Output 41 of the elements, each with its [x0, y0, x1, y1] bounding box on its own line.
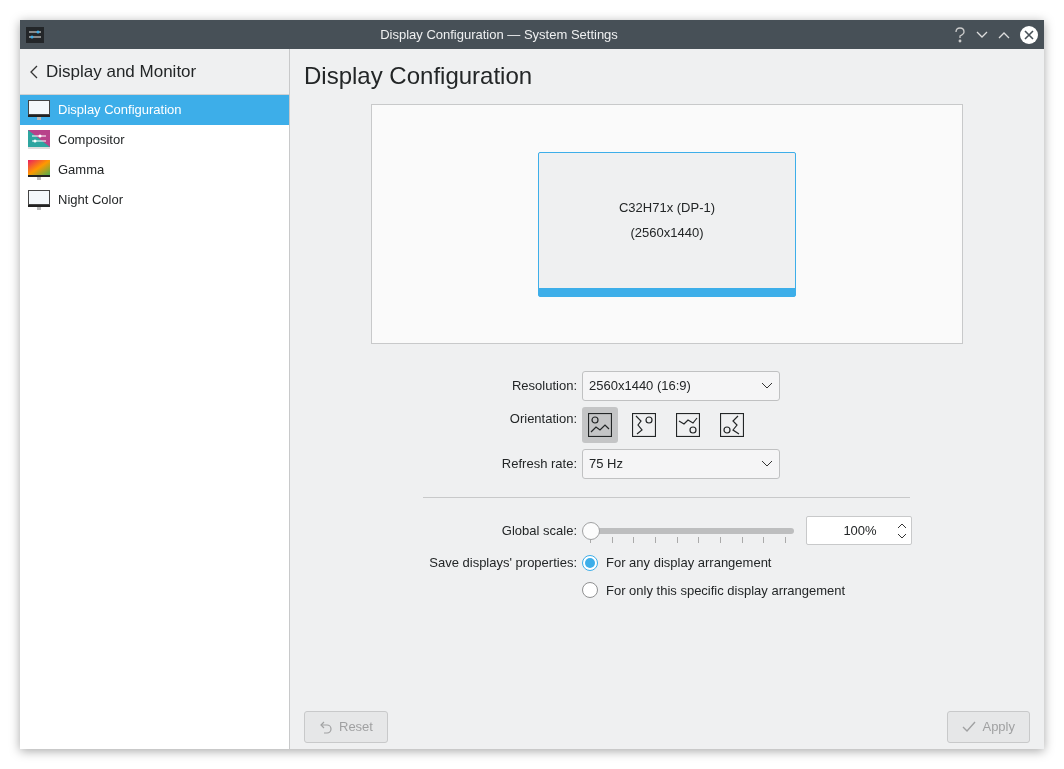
- field-label: Global scale:: [500, 521, 577, 540]
- app-icon: [26, 26, 44, 43]
- orientation-icon: [676, 413, 700, 437]
- monitor-resolution: (2560x1440): [630, 224, 704, 242]
- resolution-dropdown[interactable]: 2560x1440 (16:9): [582, 371, 780, 401]
- monitor-preview[interactable]: C32H71x (DP-1) (2560x1440): [538, 151, 796, 297]
- orientation-icon: [720, 413, 744, 437]
- sidebar-item[interactable]: Night Color: [20, 185, 289, 215]
- radio-button[interactable]: [582, 582, 598, 599]
- chevron-down-icon: [761, 460, 773, 468]
- sidebar-item[interactable]: Compositor: [20, 125, 289, 155]
- refresh-rate-dropdown[interactable]: 75 Hz: [582, 449, 780, 479]
- orientation-icon: [632, 413, 656, 437]
- minimize-icon[interactable]: [976, 30, 988, 39]
- orientation-icon: [588, 413, 612, 437]
- help-icon[interactable]: [954, 26, 966, 43]
- radio-button[interactable]: [582, 554, 598, 571]
- sidebar-title: Display and Monitor: [46, 60, 197, 83]
- slider-handle[interactable]: [582, 521, 600, 540]
- checkmark-icon: [962, 721, 977, 733]
- field-label: Orientation:: [508, 410, 577, 428]
- undo-icon: [319, 720, 333, 734]
- field-label: Resolution:: [510, 377, 577, 396]
- chevron-down-icon: [761, 382, 773, 390]
- monitor-name: C32H71x (DP-1): [618, 198, 716, 217]
- field-label: Refresh rate:: [500, 455, 577, 474]
- maximize-icon[interactable]: [998, 30, 1010, 39]
- compositor-icon: [28, 130, 50, 150]
- orientation-button[interactable]: [582, 407, 618, 443]
- close-icon[interactable]: [1020, 25, 1038, 44]
- radio-option[interactable]: For any display arrangement: [582, 553, 846, 573]
- monitor-icon: [28, 190, 50, 210]
- back-icon[interactable]: [30, 64, 38, 79]
- monitor-icon: [28, 100, 50, 120]
- scale-spinbox[interactable]: 100%: [806, 516, 912, 545]
- field-label: Save displays' properties:: [428, 554, 577, 572]
- window-title: Display Configuration — System Settings: [379, 25, 619, 44]
- monitor-icon: [28, 160, 50, 180]
- radio-option[interactable]: For only this specific display arrangement: [582, 580, 846, 600]
- page-title: Display Configuration: [304, 61, 534, 91]
- sidebar-item[interactable]: Gamma: [20, 155, 289, 185]
